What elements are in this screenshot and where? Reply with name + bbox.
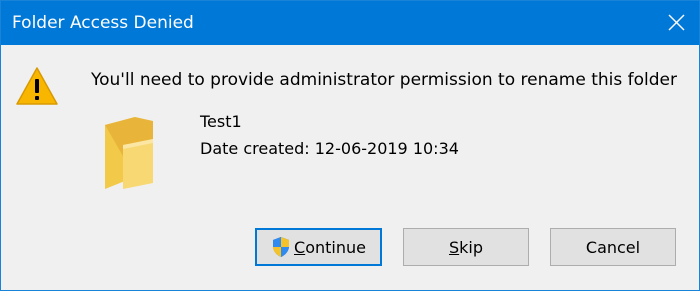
- folder-icon: [105, 117, 153, 189]
- continue-label: Continue: [294, 237, 366, 257]
- close-icon: [668, 14, 685, 31]
- window-title: Folder Access Denied: [12, 13, 194, 33]
- permission-message: You'll need to provide administrator per…: [91, 70, 677, 90]
- close-button[interactable]: [653, 1, 699, 45]
- date-created: Date created: 12-06-2019 10:34: [200, 139, 459, 158]
- warning-icon: [16, 67, 58, 105]
- folder-access-denied-dialog: Folder Access Denied You'll need to prov…: [0, 0, 700, 291]
- uac-shield-icon: [273, 237, 290, 257]
- dialog-content: You'll need to provide administrator per…: [1, 45, 699, 290]
- cancel-button[interactable]: Cancel: [550, 228, 676, 266]
- cancel-label: Cancel: [585, 237, 641, 257]
- skip-label: Skip: [448, 237, 484, 257]
- skip-button[interactable]: Skip: [403, 228, 529, 266]
- title-bar[interactable]: Folder Access Denied: [1, 1, 699, 45]
- continue-button[interactable]: Continue: [255, 228, 382, 266]
- folder-name: Test1: [200, 112, 242, 131]
